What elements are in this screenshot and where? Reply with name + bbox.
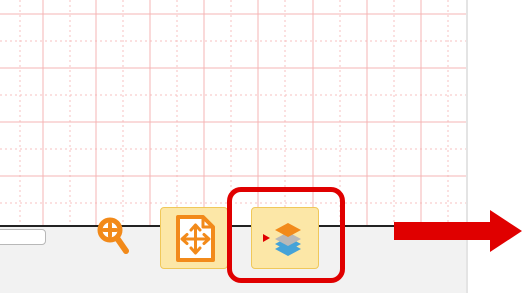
zoom-level-field[interactable] [0, 229, 46, 245]
triangle-right-icon [263, 234, 270, 242]
layers-button[interactable] [251, 207, 319, 269]
app-window [0, 0, 524, 293]
drawing-grid [0, 0, 466, 226]
fit-to-page-button[interactable] [160, 207, 228, 269]
arrow-right-icon [394, 210, 522, 252]
magnifier-plus-icon [97, 217, 129, 254]
fit-to-page-icon [176, 215, 215, 262]
layers-icon [263, 223, 301, 256]
zoom-in-button[interactable] [93, 213, 133, 261]
